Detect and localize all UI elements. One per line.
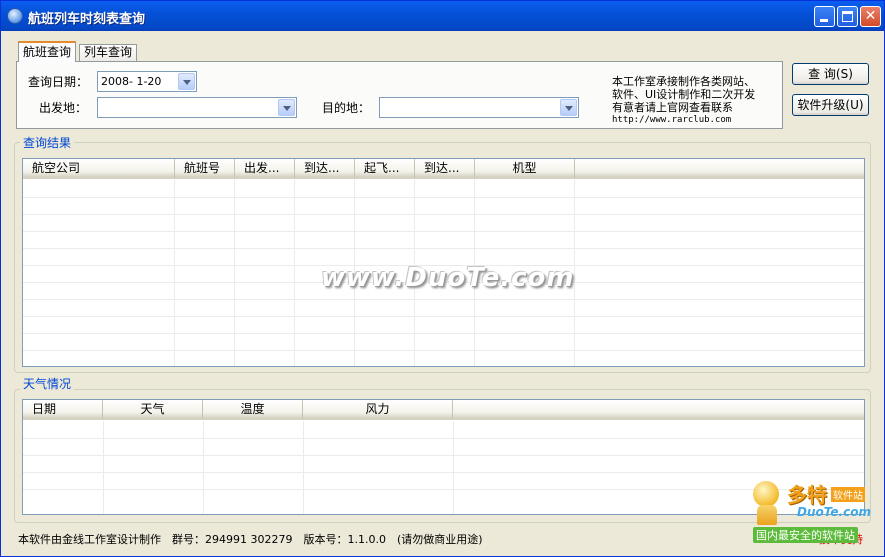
app-icon — [7, 8, 23, 24]
col-arrival-time[interactable]: 到达... — [415, 159, 475, 178]
watermark: www.DuoTe.com — [321, 263, 575, 293]
chevron-down-icon[interactable] — [560, 99, 577, 116]
grid-line — [174, 180, 175, 366]
date-picker[interactable]: 2008- 1-20 — [97, 71, 197, 92]
grid-row — [23, 350, 864, 351]
grid-row — [23, 489, 864, 490]
date-value: 2008- 1-20 — [101, 75, 162, 88]
mascot-body-icon — [757, 505, 777, 525]
col-date[interactable]: 日期 — [23, 400, 103, 419]
col-airline[interactable]: 航空公司 — [23, 159, 175, 178]
close-button[interactable]: ✕ — [860, 6, 881, 27]
status-text: 本软件由金线工作室设计制作 群号：294991 302279 版本号：1.1.0… — [18, 533, 483, 546]
grid-row — [23, 472, 864, 473]
results-header: 航空公司 航班号 出发... 到达... 起飞... 到达... 机型 — [23, 159, 864, 179]
weather-group-title: 天气情况 — [20, 377, 75, 391]
to-select[interactable] — [379, 97, 579, 118]
window-title: 航班列车时刻表查询 — [28, 12, 146, 27]
grid-row — [23, 248, 864, 249]
notice-line-2: 软件、UI设计制作和二次开发 — [612, 88, 756, 101]
weather-list[interactable]: 日期 天气 温度 风力 — [22, 399, 865, 515]
query-button[interactable]: 查 询(S) — [792, 63, 869, 85]
col-depart[interactable]: 出发... — [235, 159, 295, 178]
close-icon: ✕ — [864, 8, 877, 24]
logo-domain: DuoTe.com — [797, 505, 871, 519]
grid-line — [234, 180, 235, 366]
grid-row — [23, 316, 864, 317]
notice-line-3: 有意者请上官网查看联系 — [612, 101, 733, 114]
tab-flight-query[interactable]: 航班查询 — [18, 41, 77, 62]
grid-line — [294, 180, 295, 366]
logo-sub: 软件站 — [831, 487, 865, 502]
grid-line — [453, 421, 454, 514]
chevron-down-icon[interactable] — [178, 73, 195, 90]
grid-row — [23, 231, 864, 232]
duote-logo: 多特 软件站 DuoTe.com 国内最安全的软件站 — [747, 479, 883, 543]
maximize-button[interactable] — [837, 6, 858, 27]
mascot-icon — [753, 481, 779, 507]
title-bar[interactable]: 航班列车时刻表查询 ✕ — [1, 1, 884, 31]
weather-header: 日期 天气 温度 风力 — [23, 400, 864, 420]
logo-tagline: 国内最安全的软件站 — [753, 527, 858, 543]
grid-row — [23, 333, 864, 334]
col-arrive[interactable]: 到达... — [295, 159, 355, 178]
chevron-down-icon[interactable] — [278, 99, 295, 116]
notice-line-1: 本工作室承接制作各类网站、 — [612, 75, 755, 88]
grid-row — [23, 299, 864, 300]
col-wind[interactable]: 风力 — [303, 400, 453, 419]
studio-notice: 本工作室承接制作各类网站、 软件、UI设计制作和二次开发 有意者请上官网查看联系… — [612, 75, 755, 127]
maximize-icon — [842, 11, 853, 22]
upgrade-button[interactable]: 软件升级(U) — [792, 94, 869, 116]
grid-line — [103, 421, 104, 514]
date-label: 查询日期： — [28, 75, 89, 89]
grid-row — [23, 197, 864, 198]
grid-line — [203, 421, 204, 514]
grid-row — [23, 214, 864, 215]
grid-row — [23, 455, 864, 456]
tab-train-query[interactable]: 列车查询 — [79, 44, 138, 61]
from-select[interactable] — [97, 97, 297, 118]
col-temperature[interactable]: 温度 — [203, 400, 303, 419]
col-aircraft[interactable]: 机型 — [475, 159, 575, 178]
grid-row — [23, 438, 864, 439]
col-weather[interactable]: 天气 — [103, 400, 203, 419]
col-flight-no[interactable]: 航班号 — [175, 159, 235, 178]
minimize-button[interactable] — [814, 6, 835, 27]
from-label: 出发地： — [39, 101, 88, 115]
app-window: 航班列车时刻表查询 ✕ 航班查询 列车查询 查询日期： 2008- 1-20 出… — [0, 0, 885, 557]
results-group-title: 查询结果 — [20, 136, 75, 150]
to-label: 目的地： — [322, 101, 371, 115]
notice-url: http://www.rarclub.com — [612, 115, 732, 125]
logo-name: 多特 — [787, 483, 827, 507]
col-takeoff[interactable]: 起飞... — [355, 159, 415, 178]
minimize-icon — [820, 19, 828, 22]
grid-line — [303, 421, 304, 514]
